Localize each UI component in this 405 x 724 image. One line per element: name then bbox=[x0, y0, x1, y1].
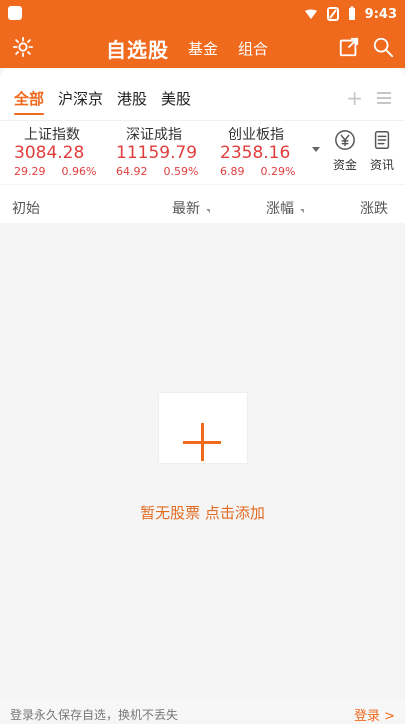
login-tip-bar: 登录永久保存自选，换机不丢失 登录 > bbox=[0, 700, 405, 724]
funds-button[interactable]: 资金 bbox=[328, 129, 362, 173]
index-change: 6.89 bbox=[220, 165, 245, 178]
top-header: 自选股 基金 组合 bbox=[0, 28, 405, 68]
index-strip: 上证指数 3084.28 29.29 0.96% 深证成指 11159.79 6… bbox=[0, 120, 405, 185]
index-pct: 0.96% bbox=[61, 165, 97, 178]
market-tabs-bar: 全部 沪深京 港股 美股 + bbox=[0, 68, 405, 120]
plus-icon bbox=[201, 423, 204, 461]
index-name: 上证指数 bbox=[24, 127, 80, 143]
index-value: 3084.28 bbox=[14, 143, 85, 163]
news-label: 资讯 bbox=[369, 158, 394, 172]
column-first[interactable]: 初始 bbox=[12, 198, 40, 218]
document-icon bbox=[374, 131, 390, 149]
table-header: 初始 最新 涨幅 涨跌 bbox=[0, 184, 405, 223]
add-icon[interactable]: + bbox=[346, 86, 363, 110]
news-button[interactable]: 资讯 bbox=[365, 129, 399, 173]
yuan-circle-icon bbox=[335, 130, 355, 150]
sim-icon bbox=[326, 7, 339, 21]
index-dropdown-icon[interactable] bbox=[312, 147, 320, 152]
index-value: 2358.16 bbox=[220, 143, 291, 163]
index-item[interactable]: 深证成指 11159.79 64.92 0.59% bbox=[116, 121, 224, 185]
login-link[interactable]: 登录 > bbox=[354, 705, 395, 724]
index-change: 64.92 bbox=[116, 165, 148, 178]
market-tab-actions: + bbox=[346, 86, 391, 110]
empty-state-text[interactable]: 暂无股票 点击添加 bbox=[0, 502, 405, 523]
column-percent-label: 涨幅 bbox=[266, 201, 294, 217]
status-icons: 9:43 bbox=[303, 4, 397, 24]
sort-icon bbox=[206, 209, 211, 213]
sort-icon bbox=[300, 209, 305, 213]
column-latest[interactable]: 最新 bbox=[172, 198, 211, 218]
market-tabs: 全部 沪深京 港股 美股 bbox=[14, 88, 191, 115]
column-latest-label: 最新 bbox=[172, 201, 200, 217]
market-tab-us[interactable]: 美股 bbox=[161, 88, 191, 109]
index-change: 29.29 bbox=[14, 165, 46, 178]
funds-label: 资金 bbox=[332, 158, 357, 172]
index-value: 11159.79 bbox=[116, 143, 198, 163]
battery-icon bbox=[348, 6, 355, 20]
wifi-icon bbox=[304, 9, 317, 19]
settings-icon[interactable] bbox=[12, 36, 34, 58]
page-title: 自选股 bbox=[106, 38, 169, 62]
index-item[interactable]: 上证指数 3084.28 29.29 0.96% bbox=[14, 121, 122, 185]
login-tip: 登录永久保存自选，换机不丢失 bbox=[10, 708, 179, 722]
market-tab-ashare[interactable]: 沪深京 bbox=[58, 88, 103, 109]
status-time: 9:43 bbox=[364, 6, 397, 22]
index-change-row: 29.29 0.96% bbox=[14, 165, 122, 178]
index-item[interactable]: 创业板指 2358.16 6.89 0.29% bbox=[220, 121, 328, 185]
share-icon[interactable] bbox=[338, 36, 360, 58]
add-stock-button[interactable] bbox=[158, 392, 248, 464]
status-bar: 9:43 bbox=[0, 0, 405, 28]
tab-portfolio[interactable]: 组合 bbox=[238, 38, 268, 59]
index-change-row: 6.89 0.29% bbox=[220, 165, 328, 178]
column-change[interactable]: 涨跌 bbox=[360, 198, 388, 218]
search-icon[interactable] bbox=[372, 36, 394, 58]
index-pct: 0.29% bbox=[260, 165, 296, 178]
index-pct: 0.59% bbox=[163, 165, 199, 178]
index-name: 创业板指 bbox=[228, 127, 284, 143]
market-tab-all[interactable]: 全部 bbox=[14, 88, 45, 115]
index-name: 深证成指 bbox=[126, 127, 182, 143]
menu-icon[interactable] bbox=[377, 92, 391, 104]
column-percent[interactable]: 涨幅 bbox=[266, 198, 305, 218]
tab-funds[interactable]: 基金 bbox=[188, 38, 218, 59]
index-change-row: 64.92 0.59% bbox=[116, 165, 224, 178]
market-tab-hk[interactable]: 港股 bbox=[117, 88, 147, 109]
notification-icon bbox=[8, 6, 22, 20]
